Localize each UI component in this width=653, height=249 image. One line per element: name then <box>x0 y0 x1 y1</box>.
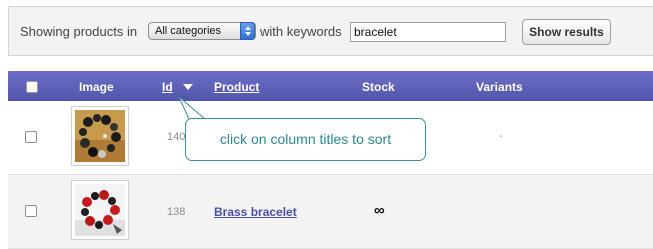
column-header-stock: Stock <box>362 80 395 94</box>
product-thumbnail[interactable] <box>71 180 129 240</box>
product-filter-bar: Showing products in All categories with … <box>8 6 653 56</box>
products-table-header: Image Id Product Stock Variants <box>8 71 653 101</box>
column-header-id[interactable]: Id <box>162 80 173 94</box>
necklace-image <box>75 110 125 162</box>
chevron-down-icon[interactable] <box>183 84 193 90</box>
column-header-image: Image <box>79 80 114 94</box>
select-arrows-icon <box>240 22 255 40</box>
row-checkbox[interactable] <box>25 131 37 143</box>
show-results-button[interactable]: Show results <box>522 19 611 45</box>
column-header-variants: Variants <box>476 80 523 94</box>
keywords-input[interactable] <box>350 22 506 42</box>
column-header-product[interactable]: Product <box>214 80 259 94</box>
product-name-link[interactable]: Brass bracelet <box>214 205 297 219</box>
keywords-label: with keywords <box>260 24 342 39</box>
sort-hint-tooltip: click on column titles to sort <box>185 118 426 161</box>
row-checkbox[interactable] <box>25 205 37 217</box>
product-id: 138 <box>167 206 186 218</box>
product-id: 140 <box>167 131 186 143</box>
showing-label: Showing products in <box>20 24 138 39</box>
select-all-checkbox[interactable] <box>26 81 38 93</box>
product-stock: ∞ <box>374 202 385 219</box>
category-select-value: All categories <box>155 25 222 37</box>
product-thumbnail[interactable] <box>71 106 129 166</box>
bracelet-image <box>75 184 125 236</box>
category-select[interactable]: All categories <box>148 22 256 40</box>
product-variants: - <box>499 130 503 142</box>
table-row: 138 Brass bracelet ∞ <box>8 175 653 249</box>
